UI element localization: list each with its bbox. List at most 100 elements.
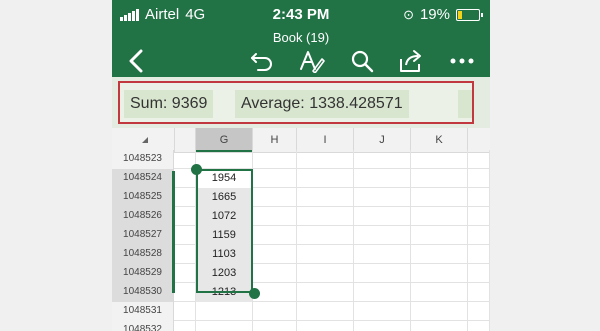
cell-g[interactable] <box>196 150 253 169</box>
column-header-l[interactable] <box>468 128 490 152</box>
grid-cell[interactable] <box>174 188 196 207</box>
grid-cell[interactable] <box>468 150 490 169</box>
row-header[interactable]: 1048531 <box>112 302 174 321</box>
grid-cell[interactable] <box>174 226 196 245</box>
next-pill[interactable] <box>458 90 472 118</box>
grid-cell[interactable] <box>174 264 196 283</box>
select-all-corner[interactable] <box>112 128 175 152</box>
grid-cell[interactable] <box>354 207 411 226</box>
table-row: 1048529 1203 <box>112 264 490 283</box>
grid-cell[interactable] <box>354 226 411 245</box>
toolbar <box>112 46 490 76</box>
grid-cell[interactable] <box>253 245 297 264</box>
grid-cell[interactable] <box>297 245 354 264</box>
grid-cell[interactable] <box>174 302 196 321</box>
grid-cell[interactable] <box>253 321 297 331</box>
grid-cell[interactable] <box>174 207 196 226</box>
grid-cell[interactable] <box>468 264 490 283</box>
grid-cell[interactable] <box>468 169 490 188</box>
back-icon[interactable] <box>122 48 150 74</box>
grid-cell[interactable] <box>354 169 411 188</box>
table-row: 1048523 <box>112 150 490 169</box>
grid-cell[interactable] <box>297 264 354 283</box>
column-header-i[interactable]: I <box>297 128 354 152</box>
grid-cell[interactable] <box>297 207 354 226</box>
grid-cell[interactable] <box>297 321 354 331</box>
grid-cell[interactable] <box>468 245 490 264</box>
summary-bar: Sum: 9369 Average: 1338.428571 <box>112 77 490 128</box>
row-selection-bar <box>172 171 175 293</box>
row-header[interactable]: 1048526 <box>112 207 174 226</box>
grid-cell[interactable] <box>354 264 411 283</box>
grid-cell[interactable] <box>468 188 490 207</box>
grid-cell[interactable] <box>253 264 297 283</box>
column-header-h[interactable]: H <box>253 128 297 152</box>
table-row: 1048532 <box>112 321 490 331</box>
column-header-f[interactable] <box>174 128 196 152</box>
grid-cell[interactable] <box>174 283 196 302</box>
column-header-g[interactable]: G <box>196 128 253 152</box>
grid-cell[interactable] <box>253 169 297 188</box>
grid-cell[interactable] <box>411 188 468 207</box>
grid-cell[interactable] <box>354 321 411 331</box>
grid-cell[interactable] <box>411 150 468 169</box>
grid-cell[interactable] <box>411 169 468 188</box>
grid-cell[interactable] <box>468 207 490 226</box>
grid-cell[interactable] <box>297 150 354 169</box>
row-header[interactable]: 1048530 <box>112 283 174 302</box>
table-row: 1048525 1665 <box>112 188 490 207</box>
selection-handle-bottom[interactable] <box>249 288 260 299</box>
grid-cell[interactable] <box>468 226 490 245</box>
average-pill[interactable]: Average: 1338.428571 <box>235 90 409 118</box>
row-header[interactable]: 1048524 <box>112 169 174 188</box>
grid-cell[interactable] <box>174 245 196 264</box>
grid-cell[interactable] <box>411 245 468 264</box>
grid-cell[interactable] <box>297 302 354 321</box>
grid-cell[interactable] <box>411 264 468 283</box>
undo-icon[interactable] <box>248 48 276 74</box>
grid-cell[interactable] <box>354 245 411 264</box>
grid-cell[interactable] <box>354 283 411 302</box>
grid-cell[interactable] <box>411 302 468 321</box>
table-row: 1048524 1954 <box>112 169 490 188</box>
grid-cell[interactable] <box>253 302 297 321</box>
sum-pill[interactable]: Sum: 9369 <box>124 90 214 118</box>
cell-g[interactable] <box>196 321 253 331</box>
grid-cell[interactable] <box>354 302 411 321</box>
more-icon[interactable] <box>448 48 476 74</box>
grid-cell[interactable] <box>411 321 468 331</box>
column-header-k[interactable]: K <box>411 128 468 152</box>
grid-cell[interactable] <box>297 226 354 245</box>
text-format-icon[interactable] <box>298 48 326 74</box>
grid-cell[interactable] <box>253 207 297 226</box>
grid-cell[interactable] <box>253 150 297 169</box>
selection-handle-top[interactable] <box>191 164 202 175</box>
grid-cell[interactable] <box>468 321 490 331</box>
share-icon[interactable] <box>397 48 425 74</box>
row-header[interactable]: 1048525 <box>112 188 174 207</box>
row-header[interactable]: 1048532 <box>112 321 174 331</box>
selection-range[interactable] <box>196 169 253 293</box>
row-header[interactable]: 1048527 <box>112 226 174 245</box>
grid-cell[interactable] <box>411 226 468 245</box>
grid-cell[interactable] <box>468 283 490 302</box>
grid-cell[interactable] <box>253 226 297 245</box>
grid-cell[interactable] <box>297 283 354 302</box>
grid-cell[interactable] <box>297 188 354 207</box>
search-icon[interactable] <box>348 48 376 74</box>
grid-cell[interactable] <box>174 321 196 331</box>
column-header-j[interactable]: J <box>354 128 411 152</box>
phone-screen: Airtel 4G 2:43 PM ⊙ 19% Book (19) Sum: 9… <box>112 0 490 331</box>
row-header[interactable]: 1048528 <box>112 245 174 264</box>
grid-cell[interactable] <box>354 188 411 207</box>
grid-cell[interactable] <box>468 302 490 321</box>
grid-cell[interactable] <box>297 169 354 188</box>
grid-cell[interactable] <box>253 188 297 207</box>
row-header[interactable]: 1048529 <box>112 264 174 283</box>
row-header[interactable]: 1048523 <box>112 150 174 169</box>
grid-cell[interactable] <box>411 207 468 226</box>
grid-cell[interactable] <box>354 150 411 169</box>
grid-cell[interactable] <box>411 283 468 302</box>
table-row: 1048528 1103 <box>112 245 490 264</box>
cell-g[interactable] <box>196 302 253 321</box>
